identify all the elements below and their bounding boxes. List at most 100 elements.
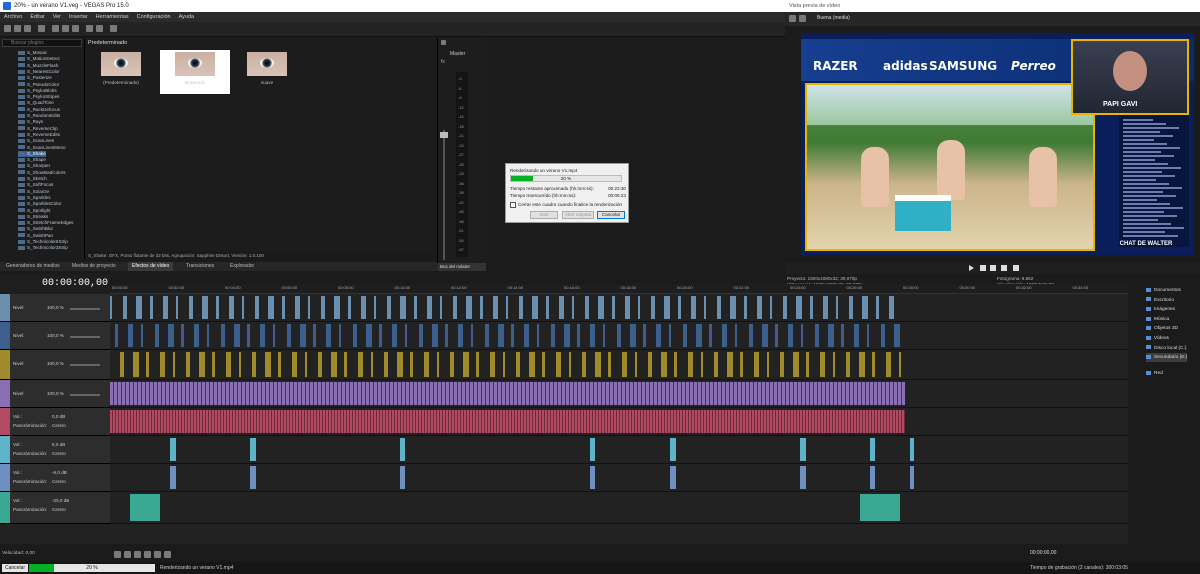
undo-icon[interactable] [86, 25, 93, 32]
video-clip[interactable] [440, 296, 442, 319]
tab-explorador[interactable]: Explorador [226, 262, 258, 271]
video-clip[interactable] [872, 352, 876, 377]
audio-clip[interactable] [110, 410, 905, 433]
video-clip[interactable] [555, 352, 561, 377]
tab-bus-master[interactable]: Bus del máster [438, 263, 486, 271]
video-clip[interactable] [704, 296, 706, 319]
audio-clip[interactable] [250, 466, 256, 489]
video-clip[interactable] [780, 352, 784, 377]
video-clip[interactable] [783, 296, 788, 319]
video-clip[interactable] [115, 324, 118, 347]
menu-ayuda[interactable]: Ayuda [175, 12, 199, 22]
video-clip[interactable] [608, 352, 612, 377]
audio-clip[interactable] [590, 466, 595, 489]
video-clip[interactable] [766, 352, 769, 377]
video-clip[interactable] [365, 324, 372, 347]
video-clip[interactable] [775, 324, 778, 347]
video-track-header[interactable]: Nivel: 100,0 % [0, 380, 110, 408]
video-clip[interactable] [674, 352, 678, 377]
video-clip[interactable] [827, 324, 834, 347]
video-clip[interactable] [265, 352, 272, 377]
video-clip[interactable] [558, 296, 564, 319]
video-clip[interactable] [532, 296, 539, 319]
video-clip[interactable] [859, 352, 866, 377]
save-icon[interactable] [24, 25, 31, 32]
video-clip[interactable] [753, 352, 759, 377]
video-clip[interactable] [656, 324, 662, 347]
video-clip[interactable] [189, 296, 194, 319]
video-clip[interactable] [585, 296, 590, 319]
video-clip[interactable] [233, 324, 240, 347]
audio-clip[interactable] [910, 438, 914, 461]
video-clip[interactable] [590, 324, 596, 347]
play-icon[interactable] [144, 551, 151, 558]
video-clip[interactable] [159, 352, 165, 377]
video-clip[interactable] [489, 352, 495, 377]
preset-moderado[interactable]: Moderado [160, 50, 230, 94]
menu-configuracion[interactable]: Configuración [133, 12, 175, 22]
video-clip[interactable] [796, 296, 803, 319]
tab-efectos-video[interactable]: Efectos de vídeo [128, 262, 174, 271]
video-clip[interactable] [344, 352, 348, 377]
video-clip[interactable] [822, 296, 828, 319]
video-clip[interactable] [537, 324, 540, 347]
tab-transiciones[interactable]: Transiciones [182, 262, 218, 271]
audio-clip[interactable] [130, 494, 160, 521]
video-clip[interactable] [149, 296, 153, 319]
play-start-icon[interactable] [134, 551, 141, 558]
video-clip[interactable] [308, 296, 310, 319]
play-icon[interactable] [969, 265, 974, 271]
video-clip[interactable] [502, 352, 505, 377]
properties-icon[interactable] [110, 25, 117, 32]
audio-lane[interactable] [110, 408, 1128, 436]
video-clip[interactable] [466, 296, 473, 319]
copy-icon[interactable] [62, 25, 69, 32]
video-clip[interactable] [722, 324, 728, 347]
video-clip[interactable] [634, 352, 637, 377]
video-clip[interactable] [880, 324, 885, 347]
audio-track-header[interactable]: Vol.: 0,0 dB Panorámización: Centro [0, 408, 110, 436]
fader-knob[interactable] [440, 132, 448, 138]
video-clip[interactable] [743, 296, 747, 319]
video-clip[interactable] [273, 324, 276, 347]
video-clip[interactable] [524, 324, 530, 347]
video-clip[interactable] [331, 352, 338, 377]
pause-icon[interactable] [154, 551, 161, 558]
quality-select[interactable]: Buena (media) [817, 15, 850, 21]
video-clip[interactable] [146, 352, 150, 377]
video-clip[interactable] [885, 352, 891, 377]
video-clip[interactable] [110, 382, 905, 405]
audio-clip[interactable] [800, 438, 806, 461]
video-clip[interactable] [136, 296, 143, 319]
video-clip[interactable] [748, 324, 753, 347]
video-clip[interactable] [313, 324, 316, 347]
video-clip[interactable] [154, 324, 159, 347]
video-clip[interactable] [669, 324, 672, 347]
video-clip[interactable] [677, 296, 681, 319]
video-clip[interactable] [299, 324, 306, 347]
video-clip[interactable] [643, 324, 646, 347]
video-clip[interactable] [651, 296, 656, 319]
video-clip[interactable] [814, 324, 819, 347]
video-track-header[interactable]: Nivel: 100,0 % [0, 350, 110, 380]
video-clip[interactable] [598, 296, 605, 319]
video-clip[interactable] [339, 324, 342, 347]
fx-icon[interactable]: fx [441, 59, 445, 65]
video-clip[interactable] [624, 296, 630, 319]
video-clip[interactable] [898, 352, 901, 377]
video-clip[interactable] [700, 352, 703, 377]
menu-herramientas[interactable]: Herramientas [92, 12, 133, 22]
audio-clip[interactable] [870, 466, 875, 489]
video-clip[interactable] [172, 352, 175, 377]
video-clip[interactable] [809, 296, 813, 319]
video-clip[interactable] [695, 324, 702, 347]
video-clip[interactable] [867, 324, 870, 347]
level-slider[interactable] [70, 394, 100, 396]
video-clip[interactable] [648, 352, 652, 377]
menu-archivo[interactable]: Archivo [0, 12, 26, 22]
video-clip[interactable] [318, 352, 322, 377]
video-clip[interactable] [426, 296, 432, 319]
video-clip[interactable] [347, 296, 351, 319]
audio-clip[interactable] [910, 466, 914, 489]
video-clip[interactable] [291, 352, 297, 377]
